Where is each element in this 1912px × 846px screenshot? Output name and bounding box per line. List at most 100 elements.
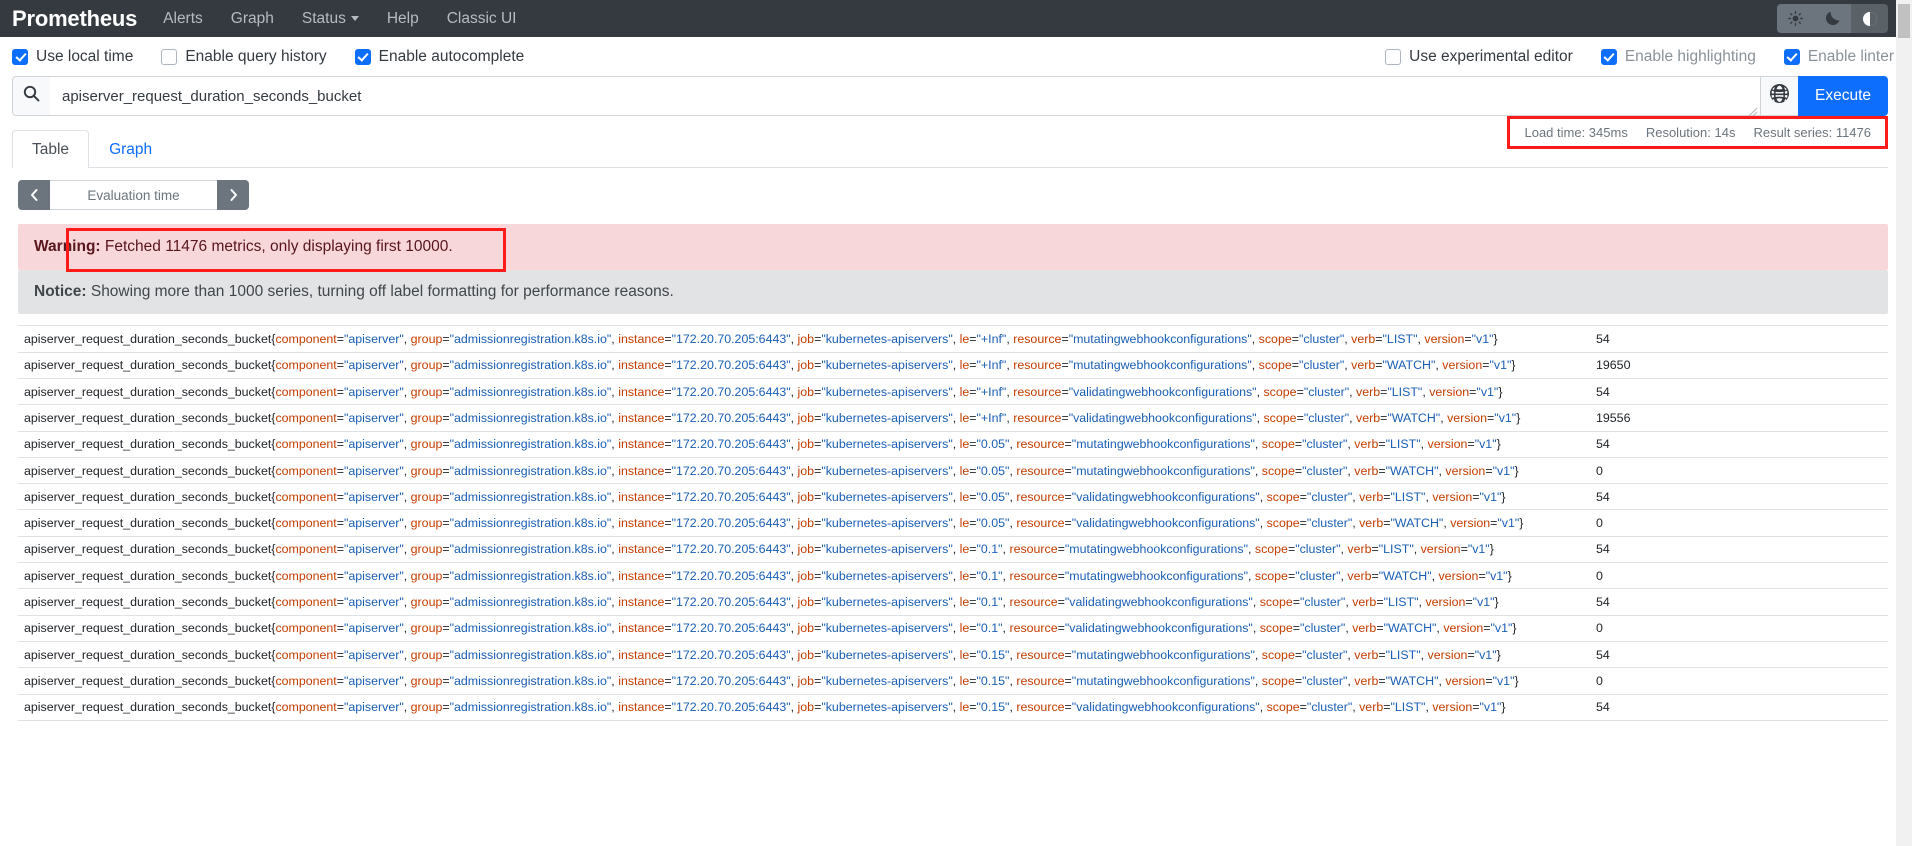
table-row: apiserver_request_duration_seconds_bucke… xyxy=(18,432,1888,458)
nav-status[interactable]: Status xyxy=(288,11,373,27)
checkbox-use-experimental-editor[interactable] xyxy=(1385,48,1402,65)
query-stats: Load time: 345ms Resolution: 14s Result … xyxy=(1507,116,1888,149)
theme-toggle-group xyxy=(1777,4,1888,33)
query-expression-input[interactable]: apiserver_request_duration_seconds_bucke… xyxy=(50,76,1760,117)
result-metric: apiserver_request_duration_seconds_bucke… xyxy=(24,358,1516,373)
result-value: 54 xyxy=(1596,384,1610,399)
alerts-container: Warning: Fetched 11476 metrics, only dis… xyxy=(18,224,1888,315)
options-row: Use local time Enable query history Enab… xyxy=(0,37,1912,76)
option-enable-autocomplete-label: Enable autocomplete xyxy=(378,47,525,65)
eval-time-next-button[interactable] xyxy=(217,180,249,211)
chevron-down-icon xyxy=(350,16,359,22)
chevron-left-icon xyxy=(30,189,37,202)
page-root: Prometheus Alerts Graph Status Help Clas… xyxy=(0,0,1912,846)
stat-resolution: Resolution: 14s xyxy=(1645,125,1736,140)
query-expression-value: apiserver_request_duration_seconds_bucke… xyxy=(62,87,362,105)
checkbox-enable-linter xyxy=(1783,48,1800,65)
scrollbar-thumb[interactable] xyxy=(1898,4,1910,38)
checkbox-enable-highlighting xyxy=(1600,48,1617,65)
options-right-group: Use experimental editor Enable highlight… xyxy=(1385,48,1894,66)
table-row: apiserver_request_duration_seconds_bucke… xyxy=(18,616,1888,642)
theme-dark-button[interactable] xyxy=(1814,4,1851,33)
result-tabs: Table Graph Load time: 345ms Resolution:… xyxy=(12,116,1888,169)
page-scrollbar[interactable] xyxy=(1896,0,1912,846)
tab-graph[interactable]: Graph xyxy=(89,130,172,168)
checkbox-use-local-time[interactable] xyxy=(12,48,28,65)
result-metric: apiserver_request_duration_seconds_bucke… xyxy=(24,568,1512,583)
theme-auto-button[interactable] xyxy=(1851,4,1888,33)
result-value: 0 xyxy=(1596,673,1603,688)
result-metric: apiserver_request_duration_seconds_bucke… xyxy=(24,516,1524,531)
table-row: apiserver_request_duration_seconds_bucke… xyxy=(18,326,1888,353)
option-enable-autocomplete[interactable]: Enable autocomplete xyxy=(354,47,525,66)
notice-alert: Notice: Showing more than 1000 series, t… xyxy=(18,270,1888,315)
checkbox-enable-autocomplete[interactable] xyxy=(354,48,371,65)
result-value: 54 xyxy=(1596,647,1610,662)
result-metric: apiserver_request_duration_seconds_bucke… xyxy=(24,700,1506,715)
execute-button[interactable]: Execute xyxy=(1797,76,1888,116)
resize-grip-icon xyxy=(1748,104,1758,117)
result-metric: apiserver_request_duration_seconds_bucke… xyxy=(24,332,1498,347)
result-metric: apiserver_request_duration_seconds_bucke… xyxy=(24,384,1503,399)
query-input-group: apiserver_request_duration_seconds_bucke… xyxy=(12,76,1888,117)
result-metric: apiserver_request_duration_seconds_bucke… xyxy=(24,673,1519,688)
result-metric: apiserver_request_duration_seconds_bucke… xyxy=(24,594,1499,609)
option-use-experimental-editor-label: Use experimental editor xyxy=(1409,47,1573,65)
result-value: 54 xyxy=(1596,700,1610,715)
nav-alerts[interactable]: Alerts xyxy=(163,11,217,27)
result-value: 54 xyxy=(1596,332,1610,347)
top-navbar: Prometheus Alerts Graph Status Help Clas… xyxy=(0,0,1912,37)
checkbox-enable-query-history[interactable] xyxy=(161,48,178,65)
eval-time-prev-button[interactable] xyxy=(18,180,50,211)
result-metric: apiserver_request_duration_seconds_bucke… xyxy=(24,410,1521,425)
option-enable-linter: Enable linter xyxy=(1783,47,1894,66)
nav-status-label: Status xyxy=(301,9,346,27)
table-row: apiserver_request_duration_seconds_bucke… xyxy=(18,695,1888,721)
table-row: apiserver_request_duration_seconds_bucke… xyxy=(18,510,1888,537)
eval-time-input[interactable]: Evaluation time xyxy=(50,180,217,211)
option-use-local-time[interactable]: Use local time xyxy=(12,48,133,66)
option-use-local-time-label: Use local time xyxy=(36,47,134,65)
chevron-right-icon xyxy=(230,189,237,202)
result-value: 54 xyxy=(1596,437,1610,452)
results-table: apiserver_request_duration_seconds_bucke… xyxy=(18,325,1888,721)
warning-text: Fetched 11476 metrics, only displaying f… xyxy=(100,238,453,256)
table-row: apiserver_request_duration_seconds_bucke… xyxy=(18,484,1888,511)
result-metric: apiserver_request_duration_seconds_bucke… xyxy=(24,489,1506,504)
moon-icon xyxy=(1825,11,1840,26)
tab-table[interactable]: Table xyxy=(12,130,90,169)
result-value: 54 xyxy=(1596,489,1610,504)
nav-links: Alerts Graph Status Help Classic UI xyxy=(163,11,530,27)
search-icon-button[interactable] xyxy=(12,76,50,116)
evaluation-time-control: Evaluation time xyxy=(18,180,249,211)
result-value: 54 xyxy=(1596,594,1610,609)
table-row: apiserver_request_duration_seconds_bucke… xyxy=(18,458,1888,485)
option-use-experimental-editor[interactable]: Use experimental editor xyxy=(1385,48,1573,66)
result-metric: apiserver_request_duration_seconds_bucke… xyxy=(24,542,1494,557)
nav-help[interactable]: Help xyxy=(373,11,433,27)
search-icon xyxy=(23,85,40,107)
option-enable-query-history-label: Enable query history xyxy=(185,47,327,65)
result-value: 0 xyxy=(1596,463,1603,478)
result-value: 0 xyxy=(1596,516,1603,531)
result-metric: apiserver_request_duration_seconds_bucke… xyxy=(24,647,1501,662)
result-metric: apiserver_request_duration_seconds_bucke… xyxy=(24,463,1519,478)
stat-load-time: Load time: 345ms xyxy=(1524,125,1628,140)
table-row: apiserver_request_duration_seconds_bucke… xyxy=(18,589,1888,616)
half-circle-icon xyxy=(1862,11,1878,27)
option-enable-linter-label: Enable linter xyxy=(1807,47,1894,65)
theme-light-button[interactable] xyxy=(1777,4,1814,33)
nav-classic-ui[interactable]: Classic UI xyxy=(433,11,531,27)
notice-text: Showing more than 1000 series, turning o… xyxy=(86,283,674,301)
brand-prometheus[interactable]: Prometheus xyxy=(12,7,137,30)
table-row: apiserver_request_duration_seconds_bucke… xyxy=(18,668,1888,695)
result-metric: apiserver_request_duration_seconds_bucke… xyxy=(24,621,1517,636)
result-value: 19556 xyxy=(1596,410,1631,425)
option-enable-query-history[interactable]: Enable query history xyxy=(161,47,327,66)
metrics-explorer-button[interactable] xyxy=(1759,76,1798,116)
option-enable-highlighting: Enable highlighting xyxy=(1600,48,1756,66)
warning-label: Warning: xyxy=(34,238,101,256)
result-value: 0 xyxy=(1596,621,1603,636)
sun-icon xyxy=(1788,11,1803,26)
nav-graph[interactable]: Graph xyxy=(217,11,288,27)
